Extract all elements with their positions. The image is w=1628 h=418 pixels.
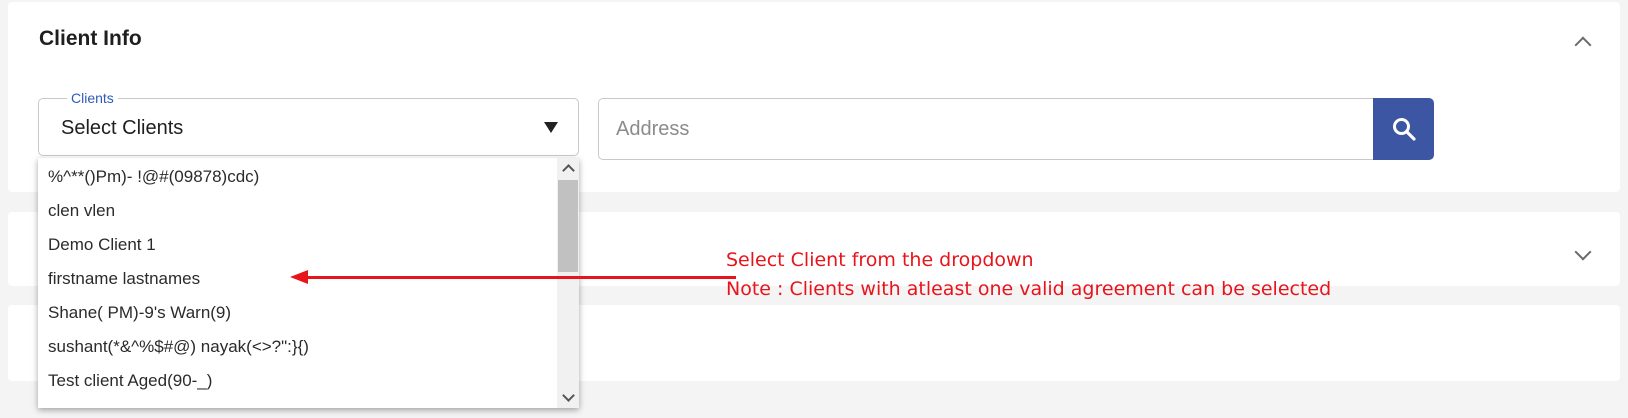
dropdown-scrollbar[interactable]: [557, 158, 579, 408]
caret-down-icon[interactable]: [544, 122, 558, 133]
dropdown-option[interactable]: Demo Client 1: [48, 230, 156, 260]
section-title: Client Info: [39, 27, 142, 50]
dropdown-option[interactable]: firstname lastnames: [48, 264, 200, 294]
clients-select-label: Clients: [67, 90, 118, 106]
clients-select[interactable]: Clients Select Clients: [38, 90, 579, 156]
clients-select-value: Select Clients: [61, 117, 184, 139]
scroll-up-icon[interactable]: [562, 164, 575, 177]
dropdown-option[interactable]: %^**()Pm)- !@#(09878)cdc): [48, 162, 259, 192]
search-button[interactable]: [1373, 98, 1434, 160]
annotation-line-1: Select Client from the dropdown: [726, 249, 1034, 271]
scroll-thumb[interactable]: [558, 180, 578, 272]
annotation-text: Select Client from the dropdown Note : C…: [726, 246, 1331, 304]
dropdown-option[interactable]: Test client Aged(90-_): [48, 366, 212, 396]
address-input[interactable]: [598, 98, 1373, 160]
dropdown-option[interactable]: Shane( PM)-9's Warn(9): [48, 298, 231, 328]
annotation-arrow-head-icon: [290, 270, 308, 284]
dropdown-option[interactable]: sushant(*&^%$#@) nayak(<>?":}{): [48, 332, 309, 362]
search-icon: [1393, 118, 1416, 141]
dropdown-option[interactable]: clen vlen: [48, 196, 115, 226]
annotation-arrow-line: [300, 276, 736, 279]
scroll-down-icon[interactable]: [562, 389, 575, 402]
annotation-line-2: Note : Clients with atleast one valid ag…: [726, 278, 1332, 300]
clients-dropdown-list[interactable]: %^**()Pm)- !@#(09878)cdc) clen vlen Demo…: [38, 158, 579, 408]
